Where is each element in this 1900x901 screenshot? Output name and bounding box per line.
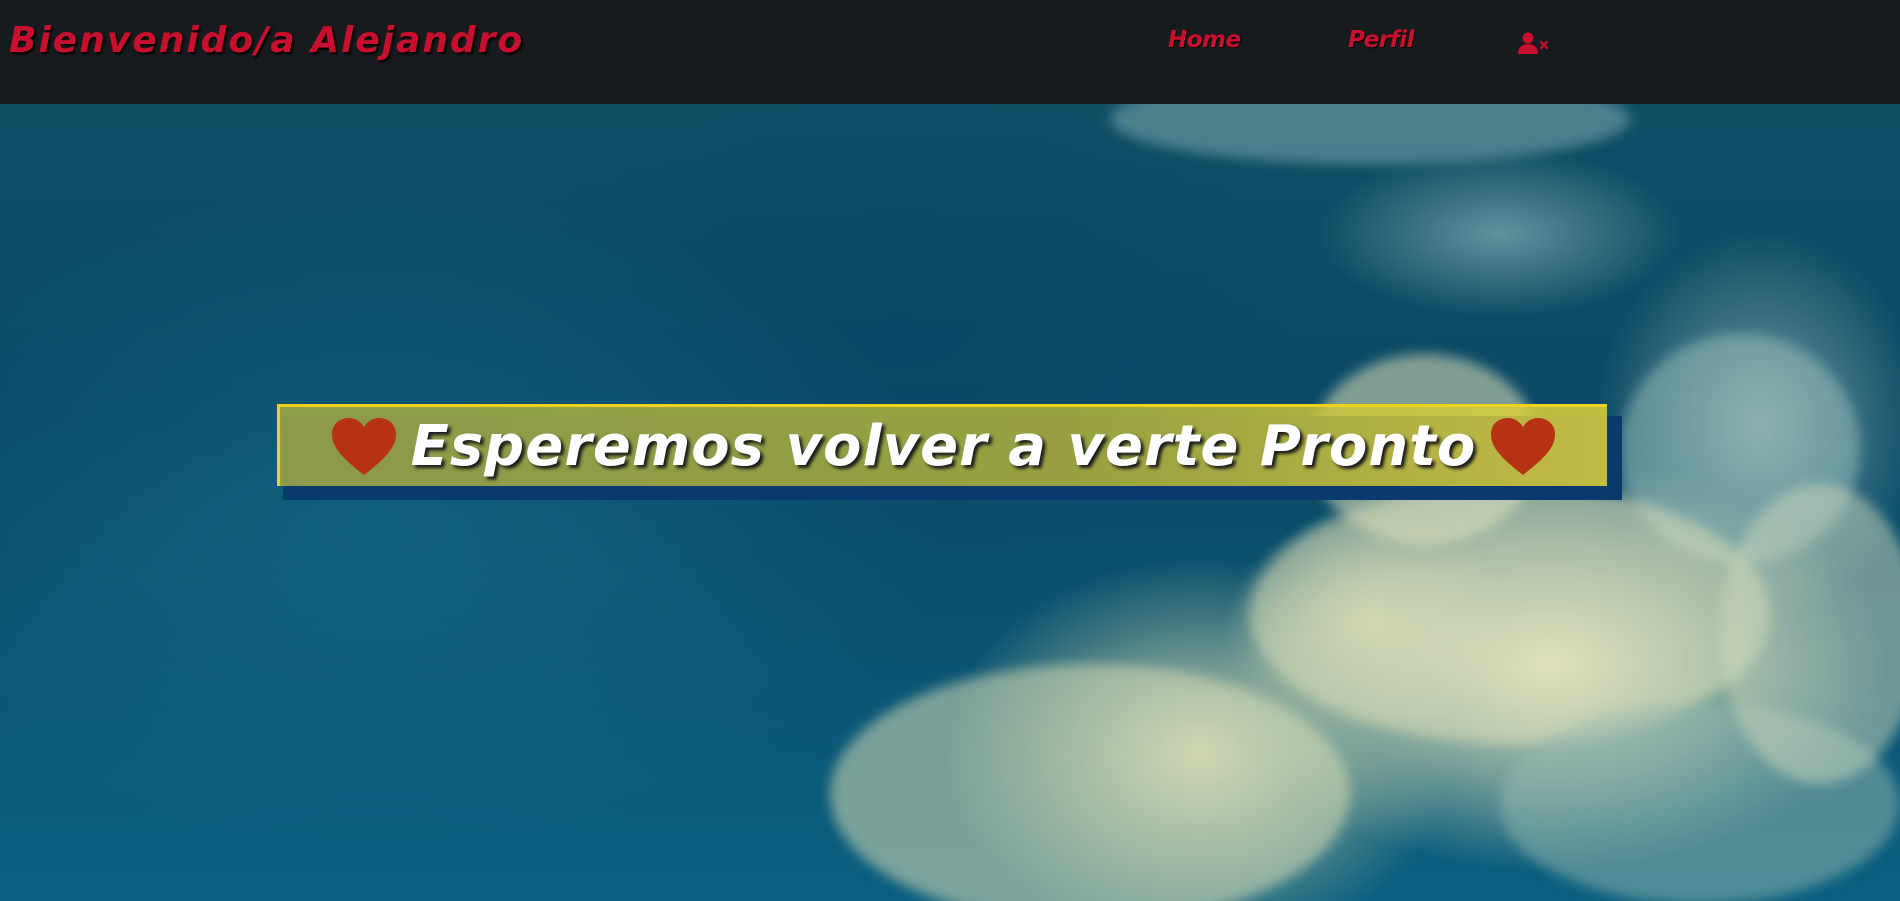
welcome-brand: Bienvenido/a Alejandro	[9, 20, 525, 61]
heart-icon	[1490, 417, 1556, 477]
nav-link-perfil[interactable]: Perfil	[1348, 27, 1414, 53]
cloud-puff	[830, 664, 1350, 901]
top-navbar: Bienvenido/a Alejandro Home Perfil	[0, 0, 1900, 104]
cloud-wisp	[1110, 104, 1630, 164]
heart-icon	[331, 417, 397, 477]
farewell-banner: Esperemos volver a verte Pronto	[277, 404, 1622, 500]
banner-box: Esperemos volver a verte Pronto	[277, 404, 1607, 486]
user-xmark-icon[interactable]	[1518, 32, 1550, 56]
banner-text: Esperemos volver a verte Pronto	[410, 414, 1477, 479]
hero-clouds-background	[0, 104, 1900, 901]
nav-link-home[interactable]: Home	[1168, 27, 1241, 53]
